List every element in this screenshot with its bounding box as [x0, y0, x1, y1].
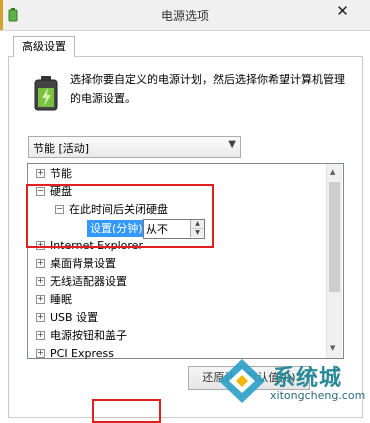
tree-item-label: 无线适配器设置 [50, 275, 127, 288]
power-plan-dropdown[interactable]: 节能 [活动] ▼ [28, 136, 241, 158]
watermark-url: xitongcheng.com [270, 389, 366, 402]
title-bar: 电源选项 ✕ [0, 0, 370, 31]
tree-item-label: 电源按钮和盖子 [50, 329, 127, 342]
watermark-logo [219, 359, 265, 403]
power-plan-value: 节能 [活动] [33, 142, 90, 155]
chevron-down-icon: ▼ [228, 139, 236, 150]
scroll-down-icon[interactable]: ▼ [330, 344, 335, 352]
tree-scrollbar[interactable]: ▲ ▼ [326, 164, 342, 358]
tab-advanced-settings[interactable]: 高级设置 [13, 36, 75, 57]
tree-item-desktop-background[interactable]: + 桌面背景设置 [36, 255, 116, 273]
scroll-thumb[interactable] [329, 182, 340, 292]
tree-item-label: 桌面背景设置 [50, 257, 116, 270]
battery-icon [34, 76, 58, 111]
tree-item-label: USB 设置 [50, 311, 99, 324]
close-button[interactable]: ✕ [320, 0, 365, 22]
watermark-brand: 系统城 [273, 366, 343, 391]
tree-item-energy-saver[interactable]: + 节能 [36, 165, 72, 183]
expand-icon[interactable]: + [36, 312, 45, 322]
expand-icon[interactable]: + [36, 330, 45, 340]
expand-icon[interactable]: + [36, 276, 45, 286]
expand-icon[interactable]: + [36, 168, 45, 178]
tree-item-label: 睡眠 [50, 293, 72, 306]
window-title: 电源选项 [160, 9, 209, 23]
instructions-text: 选择你要自定义的电源计划，然后选择你希望计算机管理的电源设置。 [70, 73, 345, 105]
annotation-highlight-box [92, 399, 161, 423]
annotation-highlight-box [26, 184, 214, 248]
tree-item-label: PCI Express [50, 347, 115, 360]
tree-item-sleep[interactable]: + 睡眠 [36, 291, 72, 309]
tree-item-label: 节能 [50, 167, 72, 180]
expand-icon[interactable]: + [36, 294, 45, 304]
tree-item-power-buttons-lid[interactable]: + 电源按钮和盖子 [36, 327, 127, 345]
tree-item-usb-settings[interactable]: + USB 设置 [36, 309, 98, 327]
close-icon: ✕ [336, 2, 349, 20]
tree-item-pci-express[interactable]: + PCI Express [36, 345, 114, 363]
scroll-up-icon[interactable]: ▲ [330, 168, 335, 176]
expand-icon[interactable]: + [36, 348, 45, 358]
expand-icon[interactable]: + [36, 258, 45, 268]
tree-item-wireless-adapter[interactable]: + 无线适配器设置 [36, 273, 127, 291]
